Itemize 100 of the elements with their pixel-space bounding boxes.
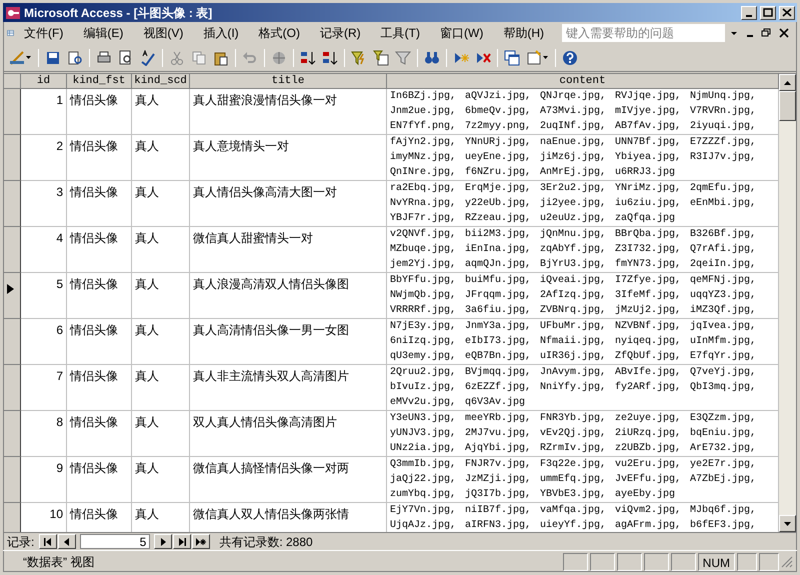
menu-item[interactable]: 文件(F) (14, 24, 74, 42)
next-record-button[interactable] (154, 534, 172, 549)
vertical-scrollbar[interactable] (779, 74, 796, 532)
menu-item[interactable]: 帮助(H) (493, 24, 554, 42)
undo-icon (242, 50, 258, 66)
first-record-button[interactable] (39, 534, 58, 549)
status-pane (670, 552, 696, 570)
help-search-field[interactable]: 键入需要帮助的问题 (562, 24, 725, 42)
up-arrow-icon (784, 80, 791, 84)
row-selector[interactable] (4, 365, 21, 411)
scroll-down-button[interactable] (779, 515, 796, 532)
table-cell: 真人非主流情头双人高清图片 (190, 365, 387, 411)
table-cell: v2QNVf.jpg, bii2M3.jpg, jQnMnu.jpg, BBrQba.jpg, B326Bf.jpg, MZbuqe.jpg, iEnIna.jpg, zqAbYf.jpg, Z3I732.jpg, Q7rAfi.jpg, jem2Yj.jpg, aqmQJn.jpg, BjYrU3.jpg, fmYN73.jpg, 2qeiIn.jpg, (387, 227, 779, 273)
record-label: 记录: (7, 534, 34, 550)
column-header[interactable]: kind_fst (67, 74, 132, 89)
table-cell: 真人浪漫高清双人情侣头像图 (190, 273, 387, 319)
table-cell: 真人 (132, 227, 190, 273)
table-cell: Y3eUN3.jpg, meeYRb.jpg, FNR3Yb.jpg, ze2uye.jpg, E3QZzm.jpg, yUNJV3.jpg, 2MJ7vu.jpg, vEv2Qj.jpg, 2iURzq.jpg, bqEniu.jpg, UNz2ia.jpg, AjqYbi.jpg, RZrmIv.jpg, z2UBZb.jpg, ArE732.jpg, (387, 411, 779, 457)
first-record-icon (43, 538, 54, 546)
column-header[interactable]: kind_scd (132, 74, 190, 89)
view-icon (9, 50, 25, 66)
record-number-field[interactable]: 5 (80, 534, 150, 549)
row-selector[interactable] (4, 273, 21, 319)
caret-icon (542, 56, 549, 60)
row-selector[interactable] (4, 89, 21, 135)
scrollbar-thumb[interactable] (779, 91, 796, 121)
table-cell: 5 (21, 273, 67, 319)
row-selector[interactable] (4, 227, 21, 273)
table-cell: 真人 (132, 181, 190, 227)
table-cell: 情侣头像 (67, 227, 132, 273)
table-cell: 9 (21, 457, 67, 503)
menu-item[interactable]: 记录(R) (310, 24, 371, 42)
resize-grip-icon (781, 556, 793, 568)
paste-icon (213, 50, 229, 66)
close-icon (779, 28, 789, 38)
status-pane (590, 552, 615, 570)
table-cell: 情侣头像 (67, 411, 132, 457)
status-pane (759, 552, 779, 570)
row-selector[interactable] (4, 411, 21, 457)
table-cell: N7jE3y.jpg, JnmY3a.jpg, UFbuMr.jpg, NZVBNf.jpg, jqIvea.jpg, 6niIzq.jpg, eIbI73.jpg, Nfmaii.jpg, nyiqeq.jpg, uInMfm.jpg, qU3emy.jpg, eQB7Bn.jpg, uIR36j.jpg, ZfQbUf.jpg, E7fqYr.jpg, (387, 319, 779, 365)
down-arrow-icon (784, 522, 791, 526)
table-cell: 情侣头像 (67, 457, 132, 503)
new-record-icon (196, 538, 206, 546)
table-cell: 双人真人情侣头像高清图片 (190, 411, 387, 457)
minimize-button[interactable] (741, 6, 757, 20)
table-cell: 真人 (132, 365, 190, 411)
table-cell: 2Qruu2.jpg, BVjmqq.jpg, JnAvym.jpg, ABvIfe.jpg, Q7veYj.jpg, bIvuIz.jpg, 6zEZZf.jpg, NniYfy.jpg, fy2ARf.jpg, QbI3mq.jpg, eMVv2u.jpg, q6V3Av.jpg (387, 365, 779, 411)
new-object-icon (526, 50, 542, 66)
sort-descending-icon (322, 50, 338, 66)
next-record-icon (158, 538, 168, 546)
table-cell: 情侣头像 (67, 135, 132, 181)
column-header[interactable]: content (387, 74, 779, 89)
last-record-button[interactable] (173, 534, 192, 549)
table-cell: 1 (21, 89, 67, 135)
table-cell: 真人意境情头一对 (190, 135, 387, 181)
windows-button[interactable] (502, 48, 522, 68)
menu-item[interactable]: 窗口(W) (430, 24, 494, 42)
row-selector[interactable] (4, 181, 21, 227)
new-record-button[interactable] (192, 534, 210, 549)
minimize-icon (747, 35, 753, 37)
column-header[interactable]: id (21, 74, 67, 89)
table-cell: 真人 (132, 319, 190, 365)
menu-item[interactable]: 工具(T) (370, 24, 430, 42)
table-cell: 情侣头像 (67, 181, 132, 227)
menu-item[interactable]: 插入(I) (193, 24, 249, 42)
column-header[interactable]: title (190, 74, 387, 89)
status-pane (737, 552, 757, 570)
table-cell: 情侣头像 (67, 365, 132, 411)
row-selector[interactable] (4, 319, 21, 365)
sort-ascending-icon (300, 50, 316, 66)
table-cell: 4 (21, 227, 67, 273)
row-selector[interactable] (4, 135, 21, 181)
previous-record-button[interactable] (58, 534, 76, 549)
key-icon (5, 6, 21, 20)
table-cell: 真人情侣头像高清大图一对 (190, 181, 387, 227)
maximize-button[interactable] (760, 6, 776, 20)
filter-form-button[interactable] (371, 48, 391, 68)
row-selector[interactable] (4, 457, 21, 503)
maximize-icon (763, 8, 773, 17)
table-cell: 8 (21, 411, 67, 457)
minimize-icon (746, 14, 752, 16)
windows-icon (504, 50, 520, 66)
row-selector[interactable] (4, 503, 21, 532)
table-cell: 2 (21, 135, 67, 181)
table-cell: 真人 (132, 89, 190, 135)
current-row-icon (7, 284, 15, 294)
menu-item[interactable]: 格式(O) (248, 24, 310, 42)
caret-icon (25, 56, 32, 60)
menu-item[interactable]: 视图(V) (133, 24, 194, 42)
table-cell: 真人高清情侣头像一男一女图 (190, 319, 387, 365)
table-cell: Q3mmIb.jpg, FNJR7v.jpg, F3q22e.jpg, vu2Eru.jpg, ye2E7r.jpg, jaQj22.jpg, JzMZji.jpg, ummEfq.jpg, JvEFfu.jpg, A7ZbEj.jpg, zumYbq.jpg, jQ3I7b.jpg, YBVbE3.jpg, ayeEby.jpg (387, 457, 779, 503)
table-cell: 情侣头像 (67, 89, 132, 135)
num-lock-indicator: NUM (698, 552, 735, 570)
menu-item[interactable]: 编辑(E) (73, 24, 134, 42)
table-cell: 情侣头像 (67, 273, 132, 319)
scroll-up-button[interactable] (779, 74, 796, 91)
table-cell: 真人 (132, 411, 190, 457)
globe-icon (271, 50, 287, 66)
last-record-icon (177, 538, 188, 546)
close-button[interactable] (779, 6, 795, 20)
